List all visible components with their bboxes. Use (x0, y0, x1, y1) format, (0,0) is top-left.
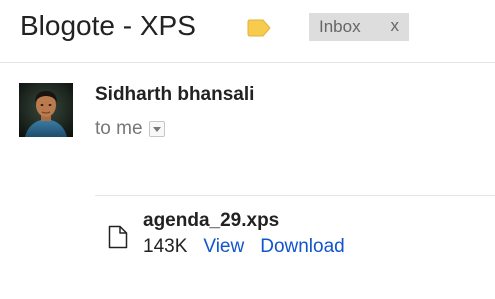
sender-name[interactable]: Sidharth bhansali (95, 84, 254, 106)
avatar[interactable] (19, 83, 73, 137)
attachment-divider (95, 195, 495, 196)
document-icon (106, 225, 130, 249)
show-details-button[interactable] (148, 121, 165, 137)
recipient-line: to me (95, 118, 165, 140)
label-chip-inbox[interactable]: Inbox x (309, 13, 409, 41)
attachment-size: 143K (143, 236, 188, 257)
chevron-down-icon (152, 127, 161, 132)
attachment-meta: 143K View Download (143, 236, 345, 258)
header-divider (0, 62, 495, 63)
view-attachment-link[interactable]: View (203, 236, 244, 258)
email-subject: Blogote - XPS (20, 10, 196, 41)
attachment-filename: agenda_29.xps (143, 210, 280, 231)
recipient-text: to me (95, 118, 143, 139)
label-text[interactable]: Inbox (319, 17, 361, 37)
download-attachment-link[interactable]: Download (260, 236, 345, 258)
importance-marker-icon[interactable] (246, 19, 272, 37)
remove-label-button[interactable]: x (391, 16, 400, 36)
